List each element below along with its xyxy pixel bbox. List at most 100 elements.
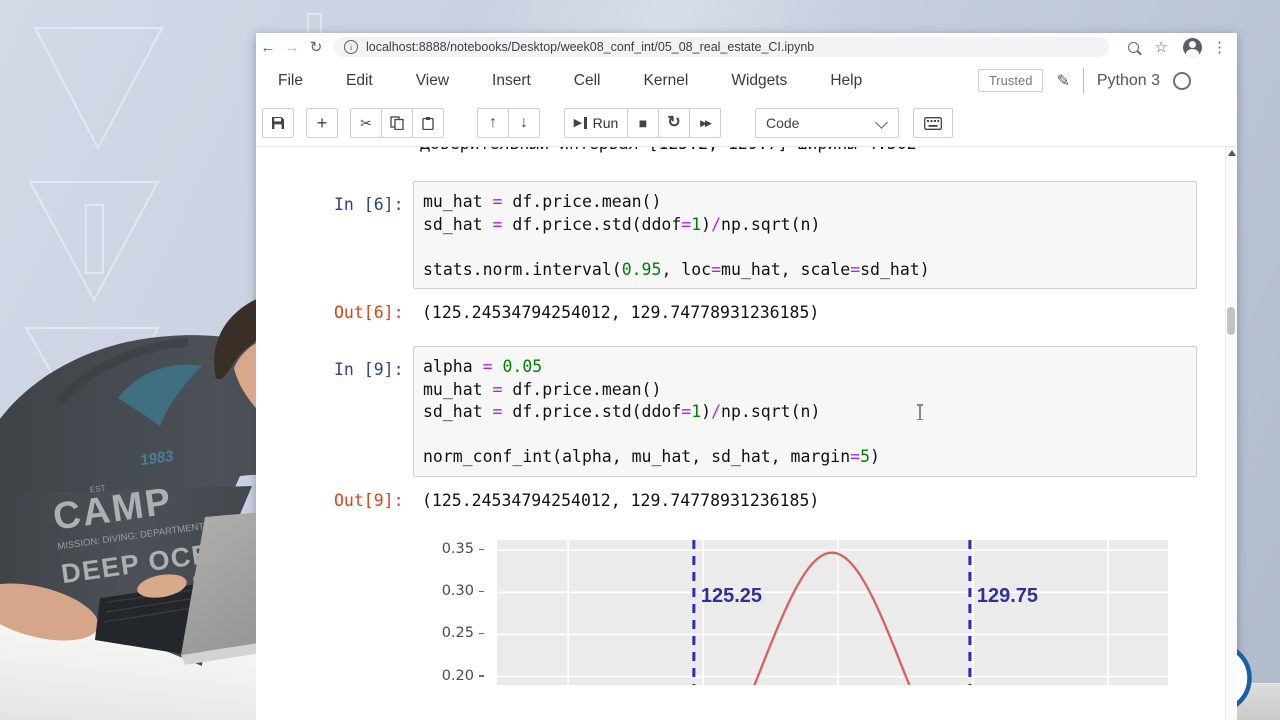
notebook-toolbar: + ✂ ↑ ↓ ▶ Run ■ ↻ ▶▶ Code <box>256 100 1237 147</box>
cut-cell-button[interactable]: ✂ <box>350 108 382 138</box>
code-token: df.price.std(ddof <box>502 402 682 421</box>
menu-cell[interactable]: Cell <box>574 72 601 90</box>
restart-kernel-button[interactable]: ↻ <box>658 108 690 138</box>
interrupt-kernel-button[interactable]: ■ <box>627 108 659 138</box>
menu-widgets[interactable]: Widgets <box>731 72 787 90</box>
fast-forward-icon: ▶▶ <box>700 117 712 128</box>
code-token: alpha <box>423 357 483 376</box>
code-token: sd_hat) <box>860 259 930 279</box>
code-token: = <box>492 402 503 421</box>
y-tick-label: 0.35 <box>440 541 484 557</box>
code-token: np.sqrt(n) <box>721 214 821 234</box>
notebook-menubar: File Edit View Insert Cell Kernel Widgets Help … <box>256 61 1237 101</box>
run-icon: ▶ <box>573 116 583 129</box>
scrollbar-thumb[interactable] <box>1227 307 1235 335</box>
move-cell-down-button[interactable]: ↓ <box>508 108 540 138</box>
move-cell-up-button[interactable]: ↑ <box>477 108 509 138</box>
zoom-icon[interactable] <box>1127 41 1139 53</box>
code-token: = <box>711 259 722 279</box>
clipped-output-line: Доверительный интервал [125.2, 129.7] ши… <box>420 146 917 156</box>
menu-file[interactable]: File <box>278 72 303 90</box>
keyboard-icon <box>924 116 942 130</box>
scissors-icon: ✂ <box>360 115 372 131</box>
back-icon[interactable]: ← <box>256 39 280 56</box>
cell-input-prompt: In [6]: <box>334 195 404 214</box>
code-line: sd_hat = df.price.std(ddof=1)/np.sqrt(n) <box>423 214 1196 237</box>
paste-cell-button[interactable] <box>412 108 444 138</box>
code-token: 0.05 <box>502 357 543 376</box>
url-text[interactable]: localhost:8888/notebooks/Desktop/week08_… <box>366 40 814 54</box>
text-cursor <box>917 404 922 420</box>
menu-view[interactable]: View <box>416 72 449 90</box>
code-line: stats.norm.interval(0.95, loc=mu_hat, sc… <box>423 259 1196 282</box>
kernel-status-icon <box>1173 71 1191 90</box>
code-token: = <box>492 192 503 211</box>
code-token: = <box>482 357 493 376</box>
y-tick-label: 0.30 <box>440 583 484 599</box>
code-line: norm_conf_int(alpha, mu_hat, sd_hat, mar… <box>423 446 1196 469</box>
code-token: df.price.std(ddof <box>502 214 682 234</box>
kernel-name: Python 3 <box>1096 71 1160 89</box>
code-line: sd_hat = df.price.std(ddof=1)/np.sqrt(n) <box>423 401 1196 424</box>
trusted-badge: Trusted <box>977 69 1044 92</box>
scrollbar-up-arrow[interactable] <box>1228 150 1236 156</box>
code-token: 5 <box>860 447 871 466</box>
y-tick-label: 0.25 <box>440 625 484 641</box>
menu-help[interactable]: Help <box>830 72 862 90</box>
paste-icon <box>422 117 434 130</box>
menubar-right: Trusted ✎ Python 3 <box>977 67 1237 94</box>
code-token: np.sqrt(n) <box>721 402 821 421</box>
add-cell-button[interactable]: + <box>306 108 338 138</box>
code-cell[interactable]: alpha = 0.05 mu_hat = df.price.mean() sd_h… <box>413 346 1197 477</box>
copy-cell-button[interactable] <box>381 108 413 138</box>
plot-background <box>497 540 1168 685</box>
notebook-content[interactable]: Доверительный интервал [125.2, 129.7] ши… <box>256 146 1237 720</box>
code-token: mu_hat <box>423 192 493 211</box>
menu-kernel[interactable]: Kernel <box>644 72 689 90</box>
code-token: 1 <box>691 214 702 234</box>
code-token: sd_hat <box>423 402 493 421</box>
cell-type-select[interactable]: Code <box>755 108 899 138</box>
command-palette-button[interactable] <box>913 108 953 138</box>
browser-toolbar: ← → ↻ i localhost:8888/notebooks/Desktop… <box>256 33 1237 62</box>
restart-run-all-button[interactable]: ▶▶ <box>689 108 721 138</box>
stop-icon: ■ <box>638 115 648 131</box>
copy-icon <box>390 116 404 130</box>
code-token: df.price.mean() <box>502 379 662 399</box>
menu-insert[interactable]: Insert <box>492 72 531 90</box>
scrollbar-track[interactable] <box>1225 146 1237 720</box>
browser-menu-icon[interactable]: ⋮ <box>1212 38 1227 56</box>
code-token: = <box>850 447 861 466</box>
run-button[interactable]: ▶ Run <box>564 108 628 138</box>
plot-canvas: 125.25 129.75 <box>497 540 1168 685</box>
code-token: = <box>681 402 692 421</box>
divider <box>1082 67 1084 94</box>
profile-avatar[interactable] <box>1183 37 1202 57</box>
menu-edit[interactable]: Edit <box>346 72 373 90</box>
code-token: = <box>492 214 503 234</box>
save-icon <box>272 117 284 129</box>
code-token: = <box>681 214 692 234</box>
code-line: alpha = 0.05 <box>423 356 1196 379</box>
code-token: mu_hat, scale <box>721 259 851 279</box>
save-button[interactable] <box>262 108 294 138</box>
menu-items: File Edit View Insert Cell Kernel Widgets Help <box>256 72 978 90</box>
cell-output-text: (125.24534794254012, 129.74778931236185) <box>422 491 820 510</box>
page-info-icon[interactable]: i <box>344 40 358 54</box>
code-cell[interactable]: mu_hat = df.price.mean() sd_hat = df.pric… <box>413 181 1197 289</box>
code-token: 0.95 <box>621 259 662 279</box>
arrow-down-icon: ↓ <box>520 114 528 131</box>
address-bar[interactable]: i localhost:8888/notebooks/Desktop/week0… <box>334 37 1109 57</box>
cell-output-prompt: Out[9]: <box>334 491 404 510</box>
cell-input-prompt: In [9]: <box>334 360 404 379</box>
forward-icon[interactable]: → <box>280 39 304 56</box>
run-bar-icon <box>584 117 587 129</box>
code-token: / <box>711 214 722 234</box>
reload-icon[interactable]: ↻ <box>304 38 328 56</box>
arrow-up-icon: ↑ <box>489 114 497 131</box>
code-token: ) <box>870 447 880 466</box>
code-line: mu_hat = df.price.mean() <box>423 379 1196 402</box>
bookmark-star-icon[interactable]: ☆ <box>1155 38 1168 56</box>
